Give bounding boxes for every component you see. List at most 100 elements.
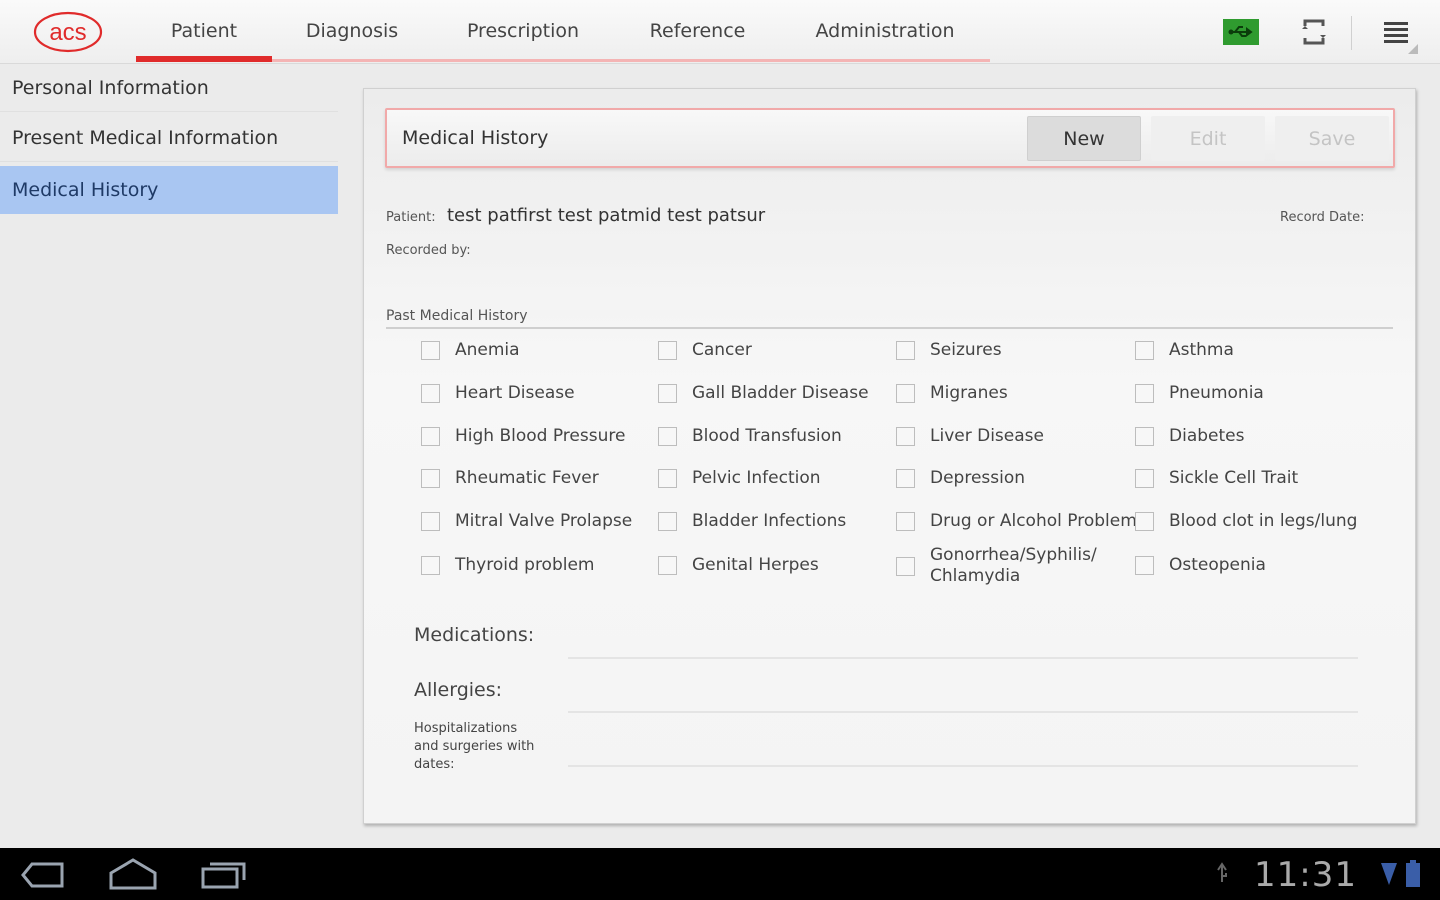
checkbox[interactable]: [1135, 511, 1154, 531]
condition-depression[interactable]: Depression: [896, 468, 1025, 488]
sidebar-item-present-medical-information[interactable]: Present Medical Information: [0, 114, 338, 162]
condition-gonorrhea-syphilis-chlamydia[interactable]: Gonorrhea/Syphilis/ Chlamydia: [896, 545, 1097, 587]
tab-prescription[interactable]: Prescription: [438, 0, 608, 62]
checkbox[interactable]: [896, 340, 915, 360]
recent-apps-icon[interactable]: [200, 860, 248, 890]
condition-label: Gonorrhea/Syphilis/ Chlamydia: [930, 545, 1097, 586]
condition-label: Pneumonia: [1169, 383, 1264, 403]
wifi-signal-icon: [1381, 863, 1397, 885]
condition-label: Seizures: [930, 340, 1002, 360]
condition-drug-or-alcohol-problem[interactable]: Drug or Alcohol Problem: [896, 511, 1137, 531]
condition-label: Anemia: [455, 340, 520, 360]
checkbox[interactable]: [1135, 555, 1154, 575]
condition-sickle-cell-trait[interactable]: Sickle Cell Trait: [1135, 468, 1298, 488]
edit-button[interactable]: Edit: [1151, 116, 1265, 161]
checkbox[interactable]: [658, 426, 677, 446]
condition-label: Blood clot in legs/lung: [1169, 511, 1358, 531]
medications-field[interactable]: [568, 657, 1358, 659]
checkbox[interactable]: [421, 555, 440, 575]
tab-patient[interactable]: Patient: [136, 0, 272, 62]
usb-debug-icon: [1217, 862, 1227, 882]
recorded-by-label: Recorded by:: [386, 243, 471, 258]
condition-cancer[interactable]: Cancer: [658, 340, 752, 360]
condition-label: Osteopenia: [1169, 555, 1266, 575]
patient-name: test patfirst test patmid test patsur: [447, 205, 766, 226]
condition-label: Asthma: [1169, 340, 1234, 360]
action-bar: acs Patient Diagnosis Prescription Refer…: [0, 0, 1440, 64]
battery-icon: [1406, 860, 1420, 887]
tab-diagnosis[interactable]: Diagnosis: [282, 0, 422, 62]
checkbox[interactable]: [658, 383, 677, 403]
condition-label: Migranes: [930, 383, 1008, 403]
checkbox[interactable]: [896, 468, 915, 488]
checkbox[interactable]: [421, 468, 440, 488]
toolbar-divider: [1351, 16, 1352, 50]
checkbox[interactable]: [658, 511, 677, 531]
overflow-menu-icon[interactable]: [1382, 20, 1418, 54]
condition-high-blood-pressure[interactable]: High Blood Pressure: [421, 426, 625, 446]
sidebar-item-personal-information[interactable]: Personal Information: [0, 64, 338, 112]
condition-label: Depression: [930, 468, 1026, 488]
checkbox[interactable]: [421, 426, 440, 446]
checkbox[interactable]: [1135, 468, 1154, 488]
logo-text: acs: [49, 19, 86, 46]
checkbox[interactable]: [1135, 340, 1154, 360]
checkbox[interactable]: [1135, 383, 1154, 403]
condition-blood-clot-in-legs-lung[interactable]: Blood clot in legs/lung: [1135, 511, 1357, 531]
condition-anemia[interactable]: Anemia: [421, 340, 520, 360]
condition-migranes[interactable]: Migranes: [896, 383, 1008, 403]
condition-gall-bladder-disease[interactable]: Gall Bladder Disease: [658, 383, 869, 403]
checkbox[interactable]: [896, 511, 915, 531]
condition-liver-disease[interactable]: Liver Disease: [896, 426, 1044, 446]
condition-mitral-valve-prolapse[interactable]: Mitral Valve Prolapse: [421, 511, 632, 531]
sidebar-item-medical-history[interactable]: Medical History: [0, 166, 338, 214]
condition-label: Pelvic Infection: [692, 468, 821, 488]
condition-label: Bladder Infections: [692, 511, 847, 531]
new-button[interactable]: New: [1027, 116, 1141, 161]
condition-asthma[interactable]: Asthma: [1135, 340, 1234, 360]
condition-rheumatic-fever[interactable]: Rheumatic Fever: [421, 468, 599, 488]
condition-label: Genital Herpes: [692, 555, 819, 575]
checkbox[interactable]: [658, 468, 677, 488]
condition-label: High Blood Pressure: [455, 426, 626, 446]
back-icon[interactable]: [20, 860, 66, 890]
condition-pneumonia[interactable]: Pneumonia: [1135, 383, 1264, 403]
allergies-label: Allergies:: [414, 679, 503, 701]
home-icon[interactable]: [108, 857, 158, 891]
checkbox[interactable]: [1135, 426, 1154, 446]
condition-label: Liver Disease: [930, 426, 1044, 446]
condition-label: Mitral Valve Prolapse: [455, 511, 633, 531]
checkbox[interactable]: [896, 426, 915, 446]
usb-icon[interactable]: [1223, 19, 1259, 45]
patient-label: Patient:: [386, 210, 436, 225]
checkbox[interactable]: [896, 556, 915, 576]
tab-administration[interactable]: Administration: [800, 0, 970, 62]
condition-label: Gall Bladder Disease: [692, 383, 869, 403]
medical-history-panel: Medical History New Edit Save Patient: t…: [363, 88, 1416, 824]
condition-label: Heart Disease: [455, 383, 575, 403]
tab-reference[interactable]: Reference: [620, 0, 775, 62]
acs-logo: acs: [33, 11, 103, 53]
checkbox[interactable]: [421, 383, 440, 403]
condition-label: Blood Transfusion: [692, 426, 842, 446]
condition-heart-disease[interactable]: Heart Disease: [421, 383, 575, 403]
checkbox[interactable]: [896, 383, 915, 403]
checkbox[interactable]: [421, 511, 440, 531]
condition-bladder-infections[interactable]: Bladder Infections: [658, 511, 846, 531]
checkbox[interactable]: [658, 340, 677, 360]
condition-label: Sickle Cell Trait: [1169, 468, 1299, 488]
condition-thyroid-problem[interactable]: Thyroid problem: [421, 555, 595, 575]
condition-diabetes[interactable]: Diabetes: [1135, 426, 1244, 446]
condition-pelvic-infection[interactable]: Pelvic Infection: [658, 468, 821, 488]
checkbox[interactable]: [658, 555, 677, 575]
rotate-icon[interactable]: [1302, 18, 1326, 46]
save-button[interactable]: Save: [1275, 116, 1389, 161]
hospitalizations-field[interactable]: [568, 765, 1358, 767]
checkbox[interactable]: [421, 340, 440, 360]
condition-genital-herpes[interactable]: Genital Herpes: [658, 555, 819, 575]
allergies-field[interactable]: [568, 711, 1358, 713]
condition-blood-transfusion[interactable]: Blood Transfusion: [658, 426, 842, 446]
hospitalizations-label: Hospitalizations and surgeries with date…: [414, 721, 535, 772]
condition-osteopenia[interactable]: Osteopenia: [1135, 555, 1266, 575]
condition-seizures[interactable]: Seizures: [896, 340, 1002, 360]
